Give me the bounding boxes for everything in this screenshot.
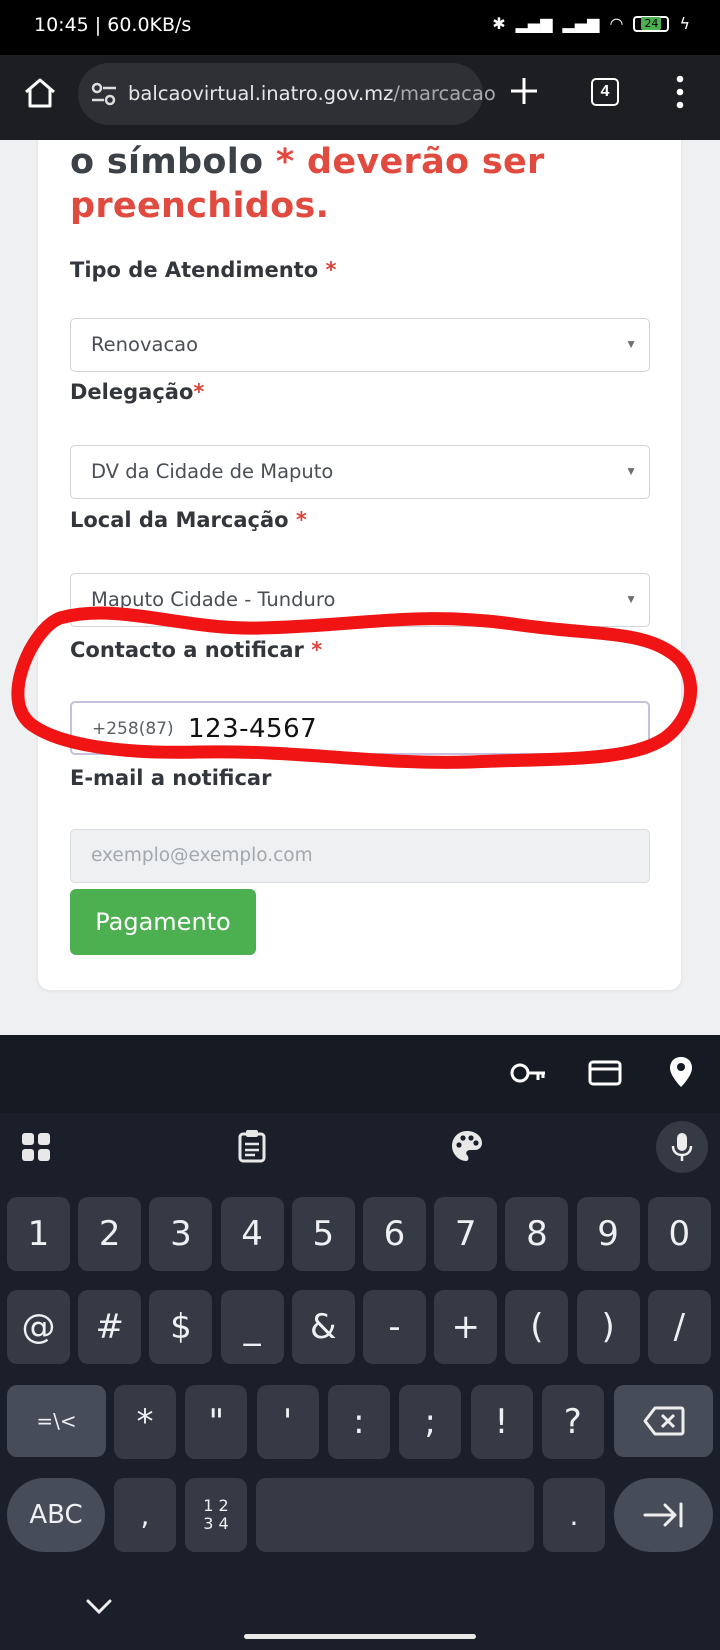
- key-symbols-more[interactable]: =\<: [7, 1385, 106, 1457]
- key-icon[interactable]: [510, 1059, 548, 1087]
- home-icon[interactable]: [22, 75, 58, 111]
- address-bar[interactable]: balcaovirtual.inatro.gov.mz/marcacao: [78, 63, 496, 125]
- key-row2-7[interactable]: (: [505, 1290, 569, 1364]
- key-period[interactable]: .: [543, 1478, 605, 1552]
- required-fields-note: o símbolo * deverão ser preenchidos.: [70, 142, 545, 226]
- key-row1-8[interactable]: 9: [576, 1197, 640, 1271]
- battery-icon: 24: [633, 15, 670, 32]
- key-row1-2[interactable]: 3: [149, 1197, 213, 1271]
- location-pin-icon[interactable]: [669, 1055, 693, 1089]
- key-row2-6[interactable]: +: [434, 1290, 498, 1364]
- chevron-down-icon: ▼: [625, 464, 637, 478]
- charging-icon: ϟ: [679, 14, 690, 33]
- key-row2-5[interactable]: -: [363, 1290, 426, 1364]
- email-label: E-mail a notificar: [70, 766, 272, 790]
- delegacao-select[interactable]: DV da Cidade de Maputo ▼: [70, 445, 650, 499]
- key-row1-4[interactable]: 5: [291, 1197, 355, 1271]
- web-page: o símbolo * deverão ser preenchidos. Tip…: [0, 140, 720, 1035]
- local-marcacao-select[interactable]: Maputo Cidade - Tunduro ▼: [70, 573, 650, 627]
- apps-grid-icon[interactable]: [20, 1131, 52, 1163]
- key-row3-6[interactable]: ?: [541, 1385, 604, 1459]
- chevron-down-icon: ▼: [625, 592, 637, 606]
- key-row3-4[interactable]: ;: [399, 1385, 462, 1459]
- status-icons: ✱ ▂▄▆ ▂▄▆ ◠ 24 ϟ: [492, 14, 690, 33]
- key-numpad[interactable]: 1 2 3 4: [185, 1478, 247, 1552]
- key-row3-3[interactable]: :: [327, 1385, 390, 1459]
- key-row1-7[interactable]: 8: [505, 1197, 569, 1271]
- key-row2-0[interactable]: @: [7, 1290, 70, 1364]
- signal-icon-2: ▂▄▆: [562, 14, 600, 33]
- tipo-atendimento-label: Tipo de Atendimento *: [70, 258, 337, 282]
- url-text: balcaovirtual.inatro.gov.mz/marcacao: [128, 82, 496, 105]
- palette-icon[interactable]: [450, 1129, 484, 1163]
- key-row2-1[interactable]: #: [78, 1290, 142, 1364]
- site-settings-icon[interactable]: [90, 81, 118, 107]
- bluetooth-icon: ✱: [492, 14, 506, 33]
- key-row3-1[interactable]: ": [185, 1385, 248, 1459]
- key-row1-3[interactable]: 4: [220, 1197, 284, 1271]
- email-input[interactable]: exemplo@exemplo.com: [70, 829, 650, 883]
- microphone-icon: [671, 1133, 693, 1161]
- credit-card-icon[interactable]: [588, 1059, 622, 1087]
- clipboard-icon[interactable]: [238, 1129, 266, 1163]
- key-row1-6[interactable]: 7: [434, 1197, 498, 1271]
- key-row2-4[interactable]: &: [291, 1290, 355, 1364]
- backspace-icon: [643, 1406, 684, 1436]
- phone-prefix: +258(87): [92, 719, 174, 739]
- voice-input-button[interactable]: [656, 1121, 708, 1173]
- status-bar: 10:45 | 60.0KB/s ✱ ▂▄▆ ▂▄▆ ◠ 24 ϟ: [0, 0, 720, 55]
- gesture-handle: [244, 1634, 476, 1639]
- autofill-bar: [0, 1035, 720, 1113]
- key-row1-0[interactable]: 1: [7, 1197, 70, 1271]
- tipo-atendimento-select[interactable]: Renovacao ▼: [70, 318, 650, 372]
- key-comma[interactable]: ,: [114, 1478, 176, 1552]
- more-menu-icon[interactable]: [672, 75, 688, 109]
- local-marcacao-label: Local da Marcação *: [70, 508, 307, 532]
- key-row3-0[interactable]: *: [114, 1385, 176, 1459]
- chevron-down-icon: ▼: [625, 337, 637, 351]
- phone-value: 123-4567: [188, 714, 318, 744]
- tab-switcher-button[interactable]: 4: [591, 78, 619, 106]
- key-row2-8[interactable]: ): [576, 1290, 640, 1364]
- wifi-icon: ◠: [609, 14, 624, 33]
- key-row2-3[interactable]: _: [220, 1290, 284, 1364]
- key-row1-5[interactable]: 6: [363, 1197, 426, 1271]
- contacto-label: Contacto a notificar *: [70, 638, 323, 662]
- new-tab-icon[interactable]: [508, 75, 540, 107]
- contacto-phone-input[interactable]: +258(87) 123-4567: [70, 701, 650, 755]
- key-row1-9[interactable]: 0: [647, 1197, 711, 1271]
- status-time: 10:45 | 60.0KB/s: [34, 14, 192, 36]
- key-row2-9[interactable]: /: [647, 1290, 711, 1364]
- tab-next-icon: [643, 1502, 682, 1528]
- key-row3-2[interactable]: ': [256, 1385, 319, 1459]
- key-abc[interactable]: ABC: [7, 1478, 105, 1552]
- key-space[interactable]: [256, 1478, 534, 1552]
- delegacao-label: Delegação*: [70, 380, 205, 404]
- on-screen-keyboard: 1234567890 @ # $ _ & - +() / =\< * " ':;!? ABC , …: [0, 1113, 720, 1650]
- key-backspace[interactable]: [614, 1385, 713, 1457]
- key-row2-2[interactable]: $: [149, 1290, 213, 1364]
- hide-keyboard-chevron-icon[interactable]: [86, 1599, 112, 1615]
- pagamento-button[interactable]: Pagamento: [70, 889, 256, 955]
- key-next[interactable]: [614, 1478, 713, 1552]
- browser-toolbar: balcaovirtual.inatro.gov.mz/marcacao 4: [0, 55, 720, 140]
- key-row3-5[interactable]: !: [470, 1385, 533, 1459]
- signal-icon: ▂▄▆: [515, 14, 553, 33]
- key-row1-1[interactable]: 2: [78, 1197, 142, 1271]
